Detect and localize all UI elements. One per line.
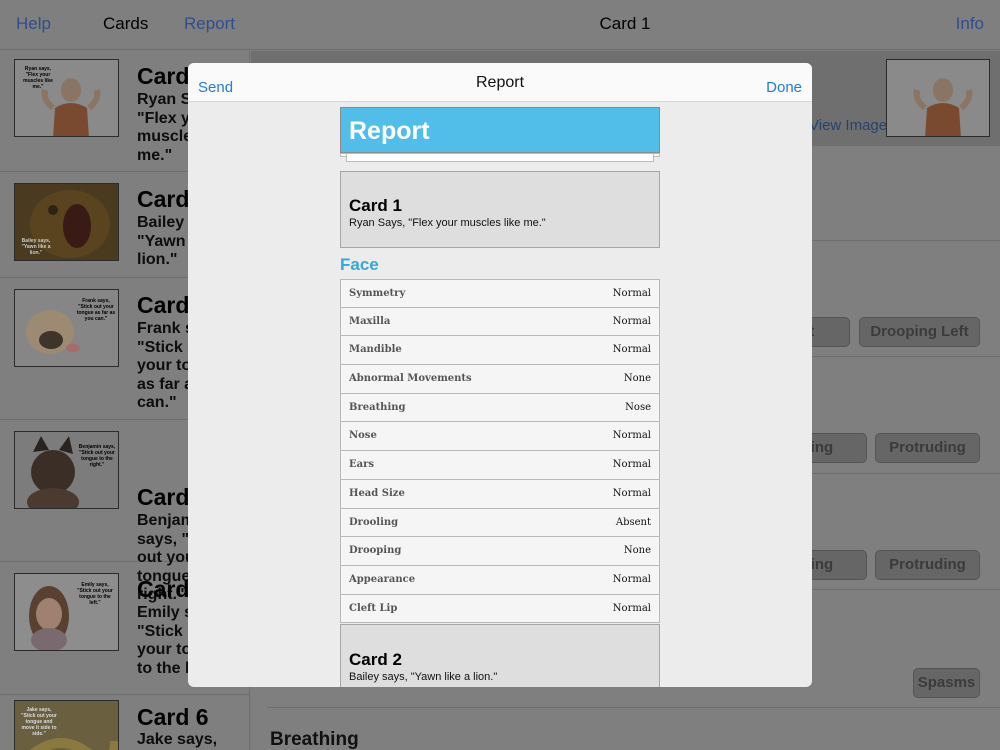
- info-button[interactable]: Info: [956, 14, 984, 34]
- card-thumbnail-emily: Emily says, "Stick out your tongue to th…: [14, 573, 119, 651]
- report-modal: Send Report Done Report Card 1 Ryan Says…: [188, 63, 812, 687]
- row-value: Normal: [612, 602, 651, 614]
- row-value: Normal: [612, 459, 651, 471]
- row-value: Absent: [615, 516, 651, 528]
- table-row: Symmetry Normal: [340, 279, 660, 308]
- boy-flexing-image: [41, 78, 101, 136]
- row-value: None: [623, 373, 651, 385]
- row-label: Head Size: [349, 487, 405, 499]
- table-row: Drooling Absent: [340, 508, 660, 538]
- thumbnail-caption: Frank says, "Stick out your tongue as fa…: [76, 298, 116, 322]
- card-thumbnail-ryan: Ryan says, "Flex your muscles like me.": [14, 59, 119, 137]
- row-value: Normal: [612, 487, 651, 499]
- card-description: Jake says,: [137, 731, 218, 748]
- table-row: Appearance Normal: [340, 565, 660, 595]
- thumbnail-caption: Benjamin says, "Stick out your tongue to…: [78, 444, 116, 468]
- row-label: Breathing: [349, 401, 406, 413]
- row-value: Normal: [612, 288, 651, 299]
- row-label: Nose: [349, 430, 377, 442]
- report-card-name: Card 2: [349, 650, 402, 669]
- report-header: Report: [340, 107, 660, 153]
- view-image-link[interactable]: View Image: [809, 117, 887, 134]
- table-row: Mandible Normal: [340, 336, 660, 366]
- table-row: Maxilla Normal: [340, 307, 660, 337]
- report-card-box: Card 2 Bailey says, "Yawn like a lion.": [340, 624, 660, 687]
- section-heading-face: Face: [340, 255, 379, 274]
- top-bar: Help Cards Report Card 1 Info: [0, 0, 1000, 50]
- card-thumbnail-bailey: Bailey says, "Yawn like a lion.": [14, 183, 119, 261]
- modal-title: Report: [475, 74, 525, 91]
- chip-drooping-left[interactable]: Drooping Left: [859, 317, 980, 347]
- row-value: Normal: [612, 344, 651, 356]
- table-row: Breathing Nose: [340, 393, 660, 423]
- card-image: [886, 59, 990, 137]
- row-value: None: [623, 545, 651, 557]
- done-button[interactable]: Done: [766, 79, 802, 96]
- row-value: Normal: [612, 573, 651, 585]
- row-label: Abnormal Movements: [349, 373, 472, 385]
- snake-image: [29, 738, 118, 750]
- thumbnail-caption: Bailey says, "Yawn like a lion.": [21, 238, 51, 256]
- face-report-table: Symmetry Normal Maxilla Normal Mandible Nor…: [340, 279, 660, 624]
- table-row: Abnormal Movements None: [340, 365, 660, 394]
- table-row: Ears Normal: [340, 451, 660, 480]
- table-row: Head Size Normal: [340, 479, 660, 509]
- report-card-quote: Bailey says, "Yawn like a lion.": [349, 671, 498, 683]
- chip-spasms[interactable]: Spasms: [913, 668, 980, 698]
- card-title: Card 1: [599, 14, 651, 33]
- report-card-name: Card 1: [349, 196, 402, 215]
- report-card-quote: Ryan Says, "Flex your muscles like me.": [349, 217, 546, 229]
- row-label: Maxilla: [349, 315, 391, 327]
- table-row: Nose Normal: [340, 422, 660, 452]
- row-value: Normal: [612, 315, 651, 327]
- row-value: Normal: [612, 430, 651, 442]
- card-thumbnail-frank: Frank says, "Stick out your tongue as fa…: [14, 289, 119, 367]
- table-row: Drooping None: [340, 537, 660, 566]
- chip-protruding[interactable]: Protruding: [875, 433, 980, 463]
- report-header-title: Report: [349, 117, 430, 145]
- thumbnail-caption: Emily says, "Stick out your tongue to th…: [77, 582, 113, 606]
- row-label: Drooping: [349, 545, 402, 557]
- row-label: Mandible: [349, 344, 402, 356]
- header-underline-inner: [346, 153, 654, 162]
- row-label: Drooling: [349, 516, 399, 528]
- row-label: Cleft Lip: [349, 602, 398, 614]
- card-list-item[interactable]: Jake says, "Stick out your tongue and mo…: [0, 695, 249, 750]
- card-thumbnail-jake: Jake says, "Stick out your tongue and mo…: [14, 700, 119, 750]
- boy-flexing-image: [913, 78, 973, 136]
- row-label: Ears: [349, 459, 374, 471]
- card-title: Card 6: [137, 704, 209, 730]
- row-label: Appearance: [349, 573, 416, 585]
- divider: [267, 707, 1000, 708]
- report-card-box: Card 1 Ryan Says, "Flex your muscles lik…: [340, 171, 660, 248]
- table-row: Cleft Lip Normal: [340, 594, 660, 624]
- modal-nav-bar: Send Report Done: [188, 63, 812, 102]
- card-thumbnail-benjamin: Benjamin says, "Stick out your tongue to…: [14, 431, 119, 509]
- row-label: Symmetry: [349, 288, 406, 299]
- row-value: Nose: [625, 401, 651, 413]
- chip-protruding[interactable]: Protruding: [875, 550, 980, 580]
- section-heading-breathing: Breathing: [270, 729, 359, 750]
